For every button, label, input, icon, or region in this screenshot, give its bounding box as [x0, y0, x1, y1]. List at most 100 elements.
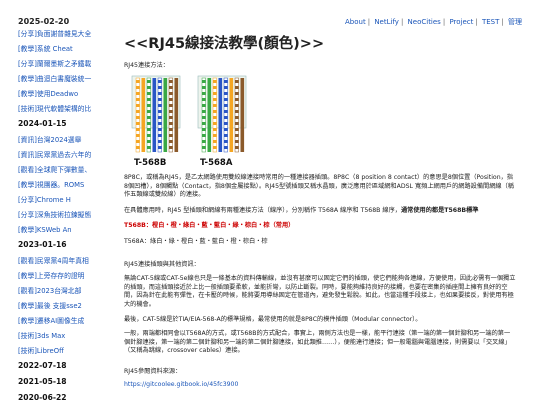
sidebar-link[interactable]: [觀看]全球爬下彈數量、 [18, 166, 110, 174]
sidebar-link[interactable]: [教學]上旁存存的證明 [18, 272, 110, 280]
wire-stripe [136, 110, 140, 113]
nav-test[interactable]: TEST [482, 18, 499, 26]
wire-stripe [169, 134, 173, 137]
para-cat5: 無論CAT-5線或CAT-5e線也只是一條基本的資料傳輸線，並沒有甚麼可以固定它… [124, 275, 516, 308]
t568b-line: T568B：橙白・橙・綠白・藍・藍白・綠・棕白・棕（常用） [124, 222, 516, 231]
wire-stripe [224, 128, 228, 131]
nav-admin[interactable]: 管理 [508, 18, 522, 26]
para-standard: 最後，CAT-5線是於TIA/EIA-568-A的標準規格，最常使用的就是8P8… [124, 315, 422, 323]
sidebar-link[interactable]: [觀看]2023台灣北部 [18, 287, 110, 295]
para-wiring-methods: 在具體應用時，RJ45 型插頭和網線有兩種連接方法（線序），分別稱作 T568A… [124, 207, 516, 216]
sidebar-link[interactable]: [資訊]民眾黨過去六年的 [18, 151, 110, 159]
wire-stripe [158, 110, 162, 113]
nav-neocities[interactable]: NeoCities [408, 18, 441, 26]
wire-stripe [169, 92, 173, 95]
wire-stripe [224, 122, 228, 125]
wire-stripe [136, 98, 140, 101]
wire-stripe [136, 86, 140, 89]
sidebar-link[interactable]: [觀看]民眾黨4周年真相 [18, 257, 110, 265]
section-title: RJ45連接插頭與其他資訊： [124, 260, 200, 268]
wire-stripe [235, 128, 239, 131]
sidebar-link[interactable]: [教學]最後 支援sse2 [18, 302, 110, 310]
wire-stripe [136, 134, 140, 137]
wire-stripe [235, 104, 239, 107]
sidebar-link[interactable]: [技術]3ds Max [18, 332, 110, 340]
sidebar-link[interactable]: [教學]遷移AI圖像生成 [18, 317, 110, 325]
wire-stripe [213, 86, 217, 89]
wire-stripe [224, 140, 228, 143]
wire-stripe [235, 140, 239, 143]
wire-stripe [213, 98, 217, 101]
wire-stripe [235, 80, 239, 83]
wire-stripe [136, 116, 140, 119]
wire-stripe [213, 110, 217, 113]
nav-about[interactable]: About [345, 18, 366, 26]
wire-stripe [147, 110, 151, 113]
t568a-line: T568A：綠白・綠・橙白・藍・藍白・橙・棕白・棕 [124, 237, 268, 245]
sidebar-link[interactable]: [分享]深魚技術拉鍊擬態 [18, 211, 110, 219]
sidebar-link[interactable]: [技術]LibreOff [18, 347, 110, 355]
wire-stripe [213, 140, 217, 143]
sidebar-date: 2021-05-18 [18, 378, 67, 386]
sidebar-link[interactable]: [教學]視團器。ROMS [18, 181, 110, 189]
wire-stripe [213, 128, 217, 131]
wire-stripe [158, 86, 162, 89]
sidebar-link[interactable]: [分享]負面謝普雜見大全 [18, 30, 110, 38]
wire-stripe [213, 92, 217, 95]
wire-stripe [147, 86, 151, 89]
sidebar-link[interactable]: [教學]系統 Cheat [18, 45, 110, 53]
wire-stripe [147, 92, 151, 95]
wire-stripe [213, 134, 217, 137]
sidebar-date: 2022-07-18 [18, 362, 67, 370]
wire [218, 78, 223, 152]
wire-stripe [136, 122, 140, 125]
wire-stripe [158, 80, 162, 83]
nav-project[interactable]: Project [449, 18, 473, 26]
ref-link[interactable]: https://gitcoolee.gitbook.io/45fc3900 [124, 381, 238, 388]
sidebar-link[interactable]: [教學]使用Deadwo [18, 90, 110, 98]
wire-stripe [169, 140, 173, 143]
wire-stripe [169, 122, 173, 125]
wire-stripe [158, 134, 162, 137]
wire-stripe [158, 98, 162, 101]
para-wiring-text: 在具體應用時，RJ45 型插頭和網線有兩種連接方法（線序），分別稱作 T568A… [124, 206, 401, 214]
sidebar-date: 2023-01-16 [18, 241, 67, 249]
wire-stripe [202, 128, 206, 131]
wire-stripe [147, 134, 151, 137]
wire-stripe [158, 140, 162, 143]
sidebar-date: 2020-06-22 [18, 394, 67, 402]
sidebar-link[interactable]: [分享]蘭爾墨斯之矛鐵載 [18, 60, 110, 68]
sidebar-link[interactable]: [技術]現代軟體架構的比 [18, 105, 110, 113]
sidebar-link[interactable]: [教學]KSWeb An [18, 226, 110, 234]
nav-netlify[interactable]: NetLify [374, 18, 399, 26]
t568b-label: T-568B [134, 158, 166, 168]
wire [141, 78, 146, 152]
wire-stripe [147, 146, 151, 149]
wire-stripe [147, 98, 151, 101]
sidebar-link[interactable]: [資訊]台灣2024選舉 [18, 136, 110, 144]
wire-stripe [202, 122, 206, 125]
refs-title: RJ45參閱資料來源： [124, 367, 182, 375]
wire-stripe [202, 86, 206, 89]
wire [174, 78, 179, 152]
wire-stripe [158, 128, 162, 131]
sidebar-link[interactable]: [教學]曲迴白書魔裝統一 [18, 75, 110, 83]
wire-stripe [235, 116, 239, 119]
wire-stripe [158, 104, 162, 107]
page-title: <<RJ45線接法教學(顏色)>> [124, 36, 325, 52]
t568b-name: T568B [124, 222, 146, 230]
article: <<RJ45線接法教學(顏色)>> RJ45連接方法： [124, 30, 522, 71]
wire-stripe [202, 110, 206, 113]
wire-stripe [169, 128, 173, 131]
wire-stripe [169, 116, 173, 119]
sidebar-link[interactable]: [分享]Chrome H [18, 196, 110, 204]
wire-stripe [213, 104, 217, 107]
t568a-connector [197, 75, 247, 153]
wire-stripe [147, 104, 151, 107]
wire-stripe [224, 116, 228, 119]
wire-stripe [147, 128, 151, 131]
t568b-colors: ：橙白・橙・綠白・藍・藍白・綠・棕白・棕（常用） [145, 222, 295, 230]
wire-stripe [136, 146, 140, 149]
wire-stripe [169, 80, 173, 83]
wire [163, 78, 168, 152]
